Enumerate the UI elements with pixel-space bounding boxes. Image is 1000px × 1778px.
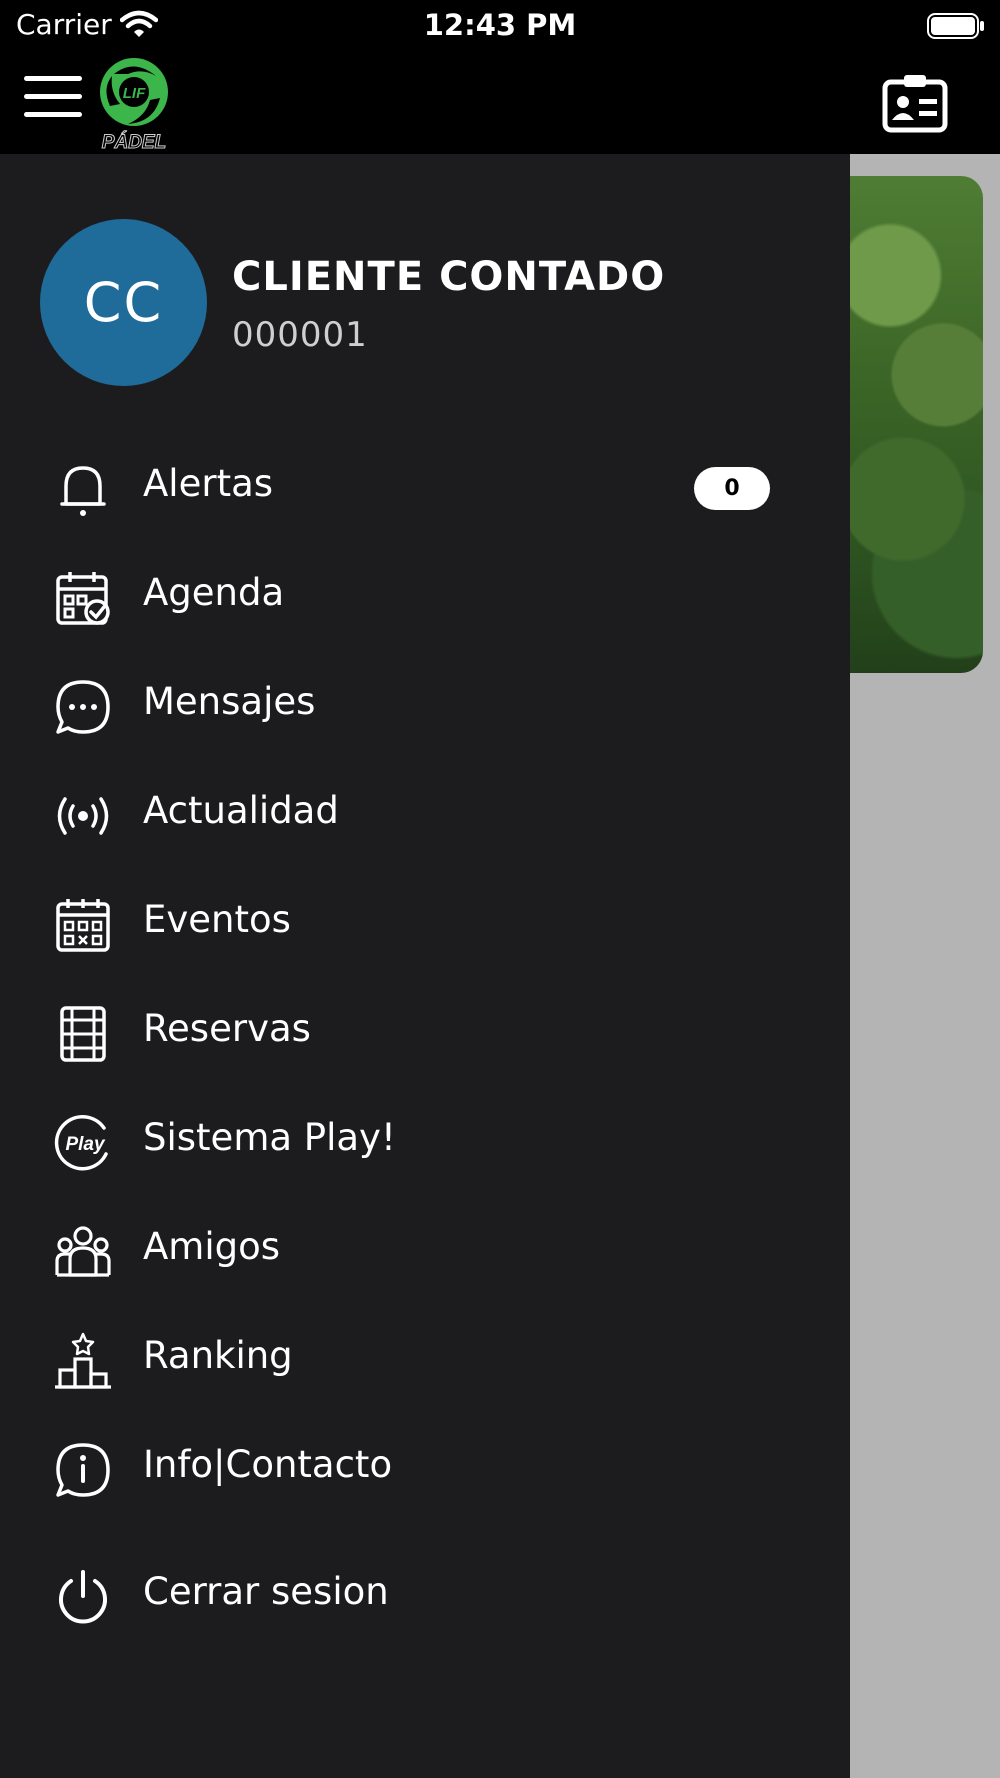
bell-icon (54, 460, 112, 518)
court-icon (54, 1005, 112, 1063)
user-name: CLIENTE CONTADO (232, 254, 666, 300)
info-bubble-icon (54, 1441, 112, 1499)
chat-bubble-icon (54, 678, 112, 736)
battery-icon (926, 12, 986, 40)
avatar[interactable]: CC (40, 219, 207, 386)
menu-label-mensajes: Mensajes (143, 680, 316, 723)
status-bar: Carrier 12:43 PM (0, 0, 1000, 50)
menu-label-cerrar-sesion: Cerrar sesion (143, 1570, 389, 1613)
menu-item-actualidad[interactable]: Actualidad (0, 765, 850, 865)
app-header: LIF PÁDEL (0, 50, 1000, 154)
user-id: 000001 (232, 315, 368, 355)
alerts-count-badge: 0 (694, 467, 770, 510)
menu-item-agenda[interactable]: Agenda (0, 547, 850, 647)
menu-icon[interactable] (24, 76, 82, 118)
menu-item-info-contacto[interactable]: Info|Contacto (0, 1419, 850, 1519)
menu-item-ranking[interactable]: Ranking (0, 1310, 850, 1410)
podium-icon (54, 1332, 112, 1390)
menu-item-amigos[interactable]: Amigos (0, 1201, 850, 1301)
calendar-grid-icon (54, 896, 112, 954)
status-time: 12:43 PM (423, 8, 577, 42)
menu-label-eventos: Eventos (143, 898, 291, 941)
logo-text-bottom: PÁDEL (102, 131, 166, 152)
menu-label-agenda: Agenda (143, 571, 285, 614)
menu-item-sistema-play[interactable]: Play Sistema Play! (0, 1092, 850, 1192)
menu-item-reservas[interactable]: Reservas (0, 983, 850, 1083)
menu-label-alertas: Alertas (143, 462, 274, 505)
menu-label-info-contacto: Info|Contacto (143, 1443, 393, 1486)
menu-label-actualidad: Actualidad (143, 789, 339, 832)
play-icon-text: Play (65, 1134, 106, 1155)
power-icon (54, 1568, 112, 1626)
calendar-check-icon (54, 569, 112, 627)
menu-item-eventos[interactable]: Eventos (0, 874, 850, 974)
menu-item-cerrar-sesion[interactable]: Cerrar sesion (0, 1546, 850, 1646)
group-icon (54, 1223, 112, 1281)
app-logo: LIF PÁDEL (94, 52, 174, 152)
menu-item-mensajes[interactable]: Mensajes (0, 656, 850, 756)
broadcast-icon (54, 787, 112, 845)
menu-label-sistema-play: Sistema Play! (143, 1116, 396, 1159)
menu-label-reservas: Reservas (143, 1007, 311, 1050)
club-photo[interactable] (850, 176, 983, 673)
menu-label-ranking: Ranking (143, 1334, 293, 1377)
play-badge-icon: Play (54, 1114, 112, 1172)
id-card-icon[interactable] (882, 72, 948, 134)
logo-text-top: LIF (123, 85, 146, 102)
menu-label-amigos: Amigos (143, 1225, 281, 1268)
